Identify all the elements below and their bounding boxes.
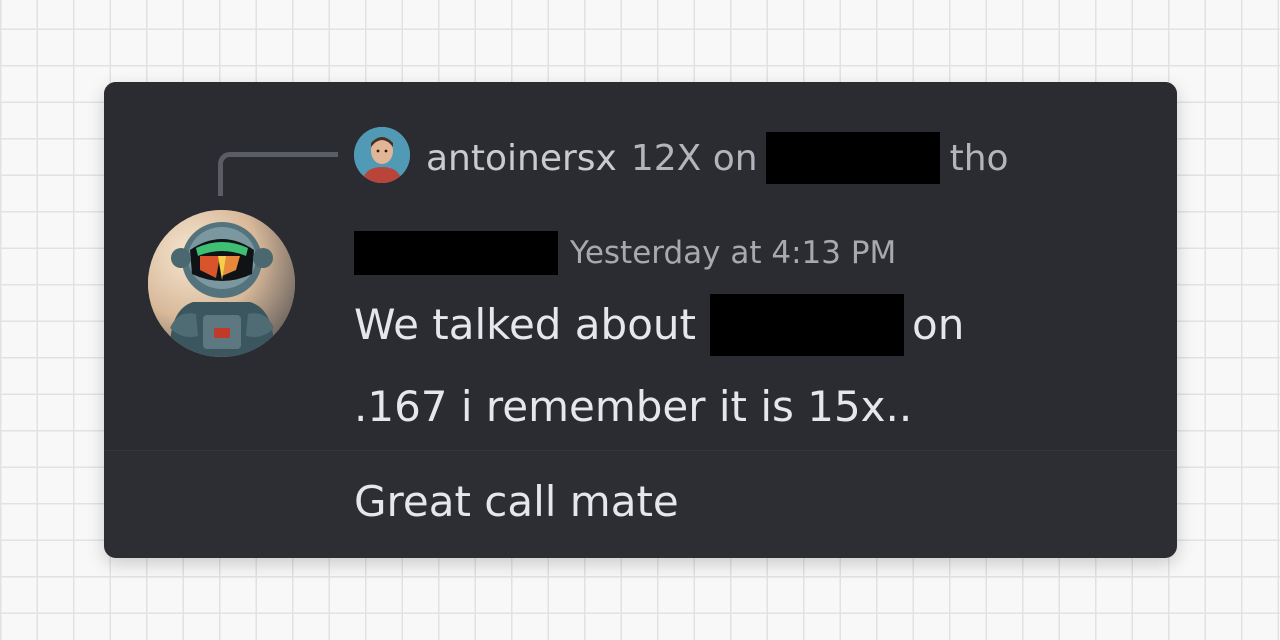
- message-popup-card: antoinersx 12X on tho Yesterday at 4:13 …: [104, 82, 1177, 558]
- reply-author-name[interactable]: antoinersx: [426, 138, 617, 179]
- followup-message: Great call mate: [354, 477, 679, 526]
- reply-author-avatar[interactable]: [354, 127, 410, 183]
- redaction-box: [354, 231, 558, 275]
- reply-author-avatar-image: [354, 127, 410, 183]
- reply-text-end: tho: [949, 137, 1009, 179]
- message-header: Yesterday at 4:13 PM: [354, 230, 896, 276]
- redaction-box: [710, 294, 904, 356]
- redaction-box: [765, 132, 940, 184]
- message-divider: [104, 450, 1177, 451]
- message-text-line: .167 i remember it is 15x..: [354, 382, 913, 431]
- message-text-end: on: [912, 300, 965, 349]
- message-timestamp[interactable]: Yesterday at 4:13 PM: [570, 235, 896, 271]
- reply-text-start: 12X on: [630, 137, 758, 179]
- astronaut-avatar-image: [148, 210, 295, 357]
- message-text-start: We talked about: [354, 300, 696, 349]
- message-text-line: We talked about on: [354, 284, 964, 366]
- reply-connector-line: [218, 152, 338, 196]
- author-avatar[interactable]: [148, 210, 295, 357]
- reply-preview[interactable]: antoinersx 12X on tho: [426, 130, 1009, 186]
